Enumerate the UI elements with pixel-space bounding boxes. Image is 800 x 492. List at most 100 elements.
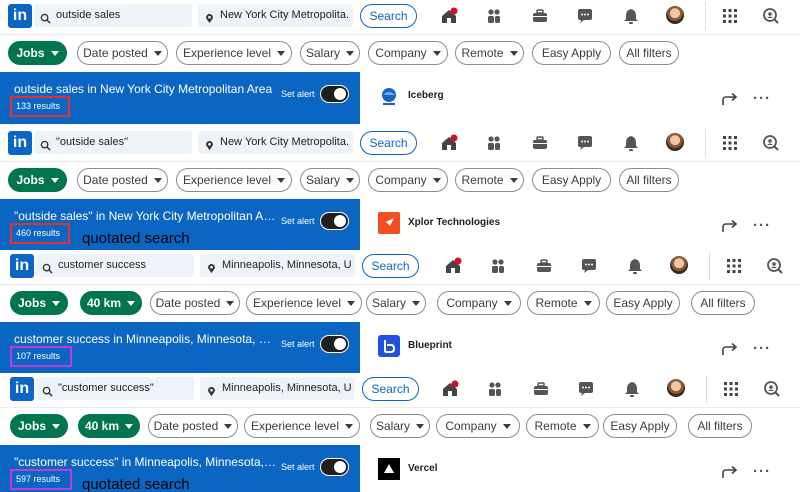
home-icon[interactable]	[444, 257, 462, 275]
messaging-icon[interactable]	[576, 134, 594, 152]
filter-pill[interactable]: Company	[436, 414, 520, 438]
filter-pill[interactable]: Jobs	[10, 414, 68, 438]
filter-pill[interactable]: Experience level	[176, 41, 292, 65]
filter-pill[interactable]: Company	[437, 291, 521, 315]
search-button[interactable]: Search	[360, 131, 417, 155]
location-search-input[interactable]: New York City Metropolita...	[198, 131, 353, 154]
profile-avatar[interactable]	[667, 379, 685, 397]
set-alert-toggle[interactable]	[320, 85, 349, 103]
filter-pill[interactable]: Jobs	[10, 291, 68, 315]
hiring-icon[interactable]	[763, 380, 781, 398]
filter-pill[interactable]: Easy Apply	[532, 168, 611, 192]
home-icon[interactable]	[440, 134, 458, 152]
hiring-icon[interactable]	[766, 257, 784, 275]
search-button[interactable]: Search	[362, 254, 419, 278]
home-icon[interactable]	[440, 7, 458, 25]
filter-pill[interactable]: Salary	[366, 291, 426, 315]
filter-pill[interactable]: Experience level	[246, 291, 362, 315]
more-options-icon[interactable]: ···	[753, 340, 771, 357]
bell-icon[interactable]	[623, 380, 641, 398]
briefcase-icon[interactable]	[532, 380, 550, 398]
share-icon[interactable]	[722, 465, 738, 479]
filter-pill[interactable]: Remote	[526, 414, 599, 438]
my-network-icon[interactable]	[489, 257, 507, 275]
company-name[interactable]: Vercel	[408, 463, 437, 474]
filter-pill[interactable]: Remote	[527, 291, 600, 315]
filter-pill[interactable]: Jobs	[8, 168, 67, 192]
share-icon[interactable]	[722, 219, 738, 233]
company-name[interactable]: Blueprint	[408, 340, 452, 351]
keyword-search-input[interactable]: "customer success"	[36, 377, 194, 400]
filter-pill[interactable]: Easy Apply	[603, 414, 677, 438]
my-network-icon[interactable]	[485, 7, 503, 25]
filter-pill[interactable]: 40 km	[80, 291, 142, 315]
filter-pill[interactable]: Experience level	[176, 168, 292, 192]
filter-pill[interactable]: 40 km	[78, 414, 140, 438]
filter-pill[interactable]: Date posted	[148, 414, 238, 438]
grid-apps-icon[interactable]	[721, 7, 739, 25]
briefcase-icon[interactable]	[531, 7, 549, 25]
grid-apps-icon[interactable]	[721, 134, 739, 152]
job-card-company-row[interactable]: Blueprint ···	[360, 322, 800, 374]
home-icon[interactable]	[441, 380, 459, 398]
location-search-input[interactable]: New York City Metropolita...	[198, 4, 353, 27]
filter-pill[interactable]: All filters	[619, 168, 679, 192]
more-options-icon[interactable]: ···	[753, 217, 771, 234]
profile-avatar[interactable]	[666, 133, 684, 151]
share-icon[interactable]	[722, 342, 738, 356]
more-options-icon[interactable]: ···	[753, 90, 771, 107]
filter-pill[interactable]: Date posted	[77, 168, 168, 192]
filter-pill[interactable]: All filters	[619, 41, 679, 65]
filter-pill[interactable]: Easy Apply	[606, 291, 680, 315]
filter-pill[interactable]: Company	[368, 41, 448, 65]
filter-pill[interactable]: Salary	[300, 168, 360, 192]
filter-pill[interactable]: Salary	[300, 41, 360, 65]
filter-pill[interactable]: Remote	[455, 41, 524, 65]
filter-pill[interactable]: Jobs	[8, 41, 67, 65]
filter-pill[interactable]: Remote	[455, 168, 524, 192]
search-button[interactable]: Search	[360, 4, 417, 28]
job-card-company-row[interactable]: Vercel ···	[360, 445, 800, 492]
filter-pill[interactable]: Easy Apply	[532, 41, 611, 65]
my-network-icon[interactable]	[485, 134, 503, 152]
location-search-input[interactable]: Minneapolis, Minnesota, U...	[200, 377, 355, 400]
location-search-input[interactable]: Minneapolis, Minnesota, U...	[200, 254, 355, 277]
share-icon[interactable]	[722, 92, 738, 106]
job-card-company-row[interactable]: Iceberg ···	[360, 72, 800, 124]
my-network-icon[interactable]	[486, 380, 504, 398]
filter-pill[interactable]: All filters	[691, 291, 755, 315]
hiring-icon[interactable]	[762, 134, 780, 152]
set-alert-toggle[interactable]	[320, 458, 349, 476]
messaging-icon[interactable]	[580, 257, 598, 275]
linkedin-logo[interactable]: in	[10, 254, 34, 278]
keyword-search-input[interactable]: outside sales	[34, 4, 192, 27]
grid-apps-icon[interactable]	[725, 257, 743, 275]
messaging-icon[interactable]	[576, 7, 594, 25]
set-alert-toggle[interactable]	[320, 335, 349, 353]
profile-avatar[interactable]	[666, 6, 684, 24]
job-card-company-row[interactable]: Xplor Technologies ···	[360, 199, 800, 251]
bell-icon[interactable]	[622, 7, 640, 25]
keyword-search-input[interactable]: customer success	[36, 254, 194, 277]
set-alert-toggle[interactable]	[320, 212, 349, 230]
filter-pill[interactable]: Experience level	[244, 414, 360, 438]
filter-pill[interactable]: Date posted	[150, 291, 240, 315]
bell-icon[interactable]	[626, 257, 644, 275]
profile-avatar[interactable]	[670, 256, 688, 274]
linkedin-logo[interactable]: in	[10, 377, 34, 401]
linkedin-logo[interactable]: in	[8, 4, 32, 28]
more-options-icon[interactable]: ···	[753, 463, 771, 480]
hiring-icon[interactable]	[762, 7, 780, 25]
keyword-search-input[interactable]: "outside sales"	[34, 131, 192, 154]
linkedin-logo[interactable]: in	[8, 131, 32, 155]
filter-pill[interactable]: Date posted	[77, 41, 168, 65]
company-name[interactable]: Iceberg	[408, 90, 444, 101]
company-name[interactable]: Xplor Technologies	[408, 217, 500, 228]
briefcase-icon[interactable]	[535, 257, 553, 275]
bell-icon[interactable]	[622, 134, 640, 152]
filter-pill[interactable]: Salary	[370, 414, 430, 438]
filter-pill[interactable]: Company	[368, 168, 448, 192]
messaging-icon[interactable]	[577, 380, 595, 398]
briefcase-icon[interactable]	[531, 134, 549, 152]
search-button[interactable]: Search	[362, 377, 419, 401]
